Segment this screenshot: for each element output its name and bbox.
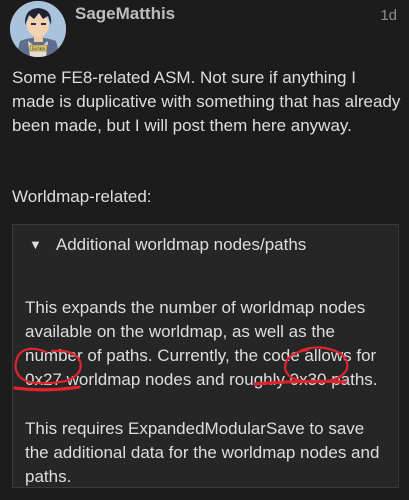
section-heading: Worldmap-related: bbox=[12, 187, 152, 206]
avatar-portrait-icon: Eirika bbox=[10, 1, 66, 57]
username[interactable]: SageMatthis bbox=[75, 4, 175, 24]
details-paragraph-2: This requires ExpandedModularSave to sav… bbox=[25, 419, 380, 486]
post-header: Eirika SageMatthis 1d bbox=[0, 0, 409, 62]
post-date[interactable]: 1d bbox=[380, 7, 397, 24]
avatar-badge-label: Eirika bbox=[32, 46, 45, 52]
details-block: ▼ Additional worldmap nodes/paths This ex… bbox=[12, 224, 399, 488]
expand-arrow-icon: ▼ bbox=[29, 237, 42, 252]
intro-paragraph: Some FE8-related ASM. Not sure if anythi… bbox=[12, 68, 401, 135]
details-summary-label: Additional worldmap nodes/paths bbox=[55, 235, 307, 254]
details-summary[interactable]: ▼ Additional worldmap nodes/paths bbox=[29, 235, 306, 255]
post-body: Some FE8-related ASM. Not sure if anythi… bbox=[12, 66, 402, 162]
details-paragraph-1: This expands the number of worldmap node… bbox=[25, 298, 378, 389]
avatar[interactable]: Eirika bbox=[10, 1, 66, 57]
